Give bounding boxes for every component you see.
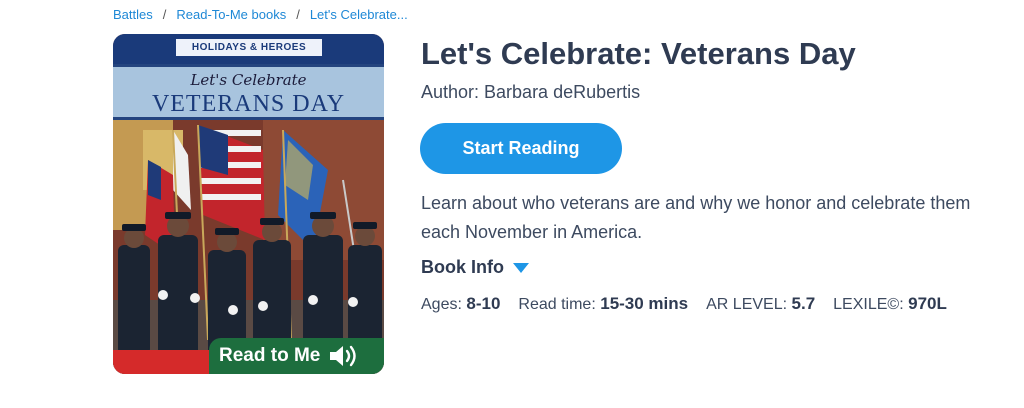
stat-ages-value: 8-10 — [466, 294, 501, 313]
start-reading-button[interactable]: Start Reading — [420, 123, 622, 174]
stat-lexile-value: 970L — [908, 294, 947, 313]
breadcrumb-battles[interactable]: Battles — [113, 7, 153, 22]
stat-lexile: LEXILE©: 970L — [833, 294, 947, 314]
stat-ar-level: AR LEVEL: 5.7 — [706, 294, 815, 314]
stat-lexile-label: LEXILE©: — [833, 296, 904, 313]
stat-ages-label: Ages: — [421, 296, 462, 313]
stat-ages: Ages: 8-10 — [421, 294, 500, 314]
caret-down-icon — [513, 262, 529, 273]
cover-title: VETERANS DAY — [151, 91, 346, 117]
stat-ar-level-value: 5.7 — [791, 294, 816, 313]
stat-read-time-label: Read time: — [518, 296, 596, 313]
breadcrumb-separator: / — [296, 7, 300, 22]
stat-ar-level-label: AR LEVEL: — [706, 296, 788, 313]
speaker-icon — [330, 345, 357, 367]
breadcrumb: Battles / Read-To-Me books / Let's Celeb… — [113, 7, 408, 22]
cover-series-band: HOLIDAYS & HEROES — [113, 34, 384, 64]
read-to-me-badge[interactable]: Read to Me — [209, 338, 384, 374]
book-info-label: Book Info — [421, 257, 504, 277]
book-author: Author: Barbara deRubertis — [421, 82, 641, 102]
breadcrumb-current-book[interactable]: Let's Celebrate... — [310, 7, 408, 22]
book-title: Let's Celebrate: Veterans Day — [421, 36, 856, 71]
stat-read-time-value: 15-30 mins — [600, 294, 689, 313]
book-info-toggle[interactable]: Book Info — [421, 257, 530, 278]
cover-photo-honor-guard — [113, 120, 384, 374]
book-stats: Ages: 8-10 Read time: 15-30 mins AR LEVE… — [421, 294, 947, 314]
breadcrumb-separator: / — [162, 7, 167, 22]
book-description: Learn about who veterans are and why we … — [421, 193, 971, 242]
book-cover[interactable]: HOLIDAYS & HEROES Let's Celebrate VETERA… — [113, 34, 384, 374]
breadcrumb-read-to-me-books[interactable]: Read-To-Me books — [176, 7, 286, 22]
cover-series-label: HOLIDAYS & HEROES — [176, 39, 322, 56]
read-to-me-label: Read to Me — [219, 345, 321, 366]
cover-subtitle: Let's Celebrate — [190, 71, 307, 89]
stat-read-time: Read time: 15-30 mins — [518, 294, 688, 314]
cover-red-bar — [113, 350, 223, 374]
cover-title-band: Let's Celebrate VETERANS DAY — [113, 64, 384, 120]
